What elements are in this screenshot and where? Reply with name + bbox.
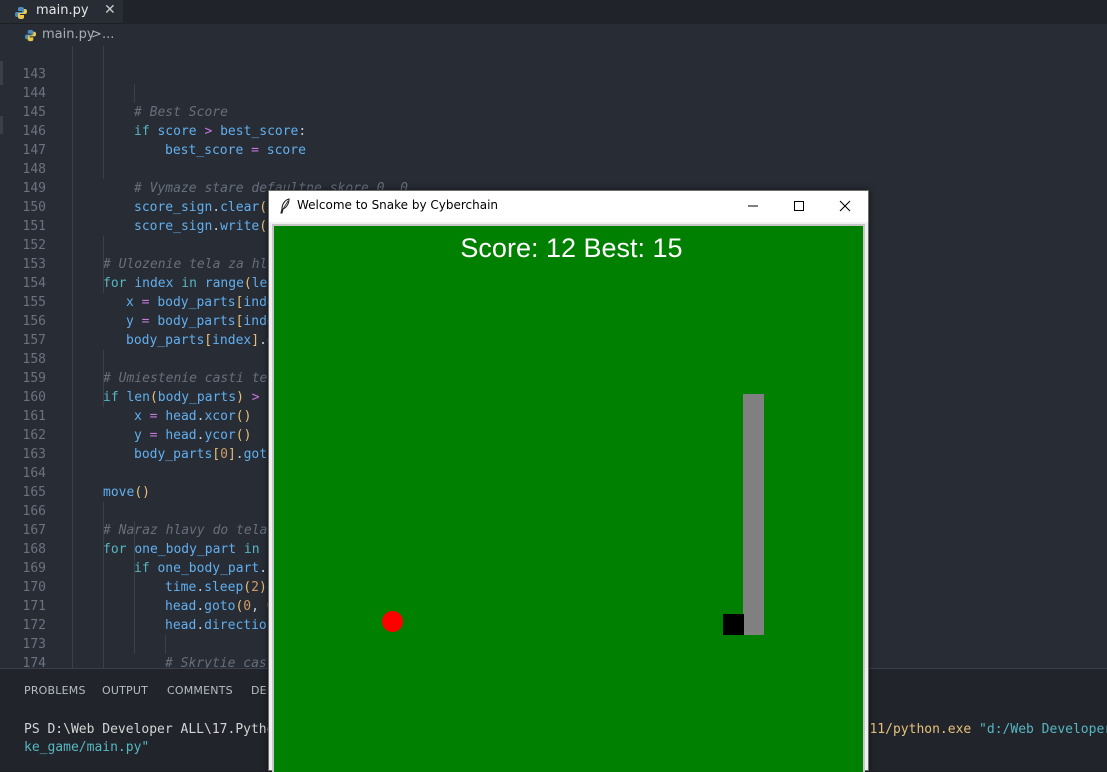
terminal-arg-path: "d:/Web Developer [971,722,1107,737]
code-line: 143 # Best Score [0,46,1107,120]
snake-segment [743,457,764,478]
snake-segment [743,583,764,604]
code-line: 145 best_score = score [0,84,1107,158]
snake-segment [743,394,764,415]
maximize-button[interactable] [776,191,822,222]
snake-segment [743,520,764,541]
score-display: Score: 12 Best: 15 [460,233,683,263]
minimize-button[interactable] [730,191,776,222]
snake-segment [743,614,764,635]
tab-main-py[interactable]: main.py ✕ [0,0,123,24]
close-button[interactable] [822,191,868,222]
python-file-icon [24,29,37,46]
code-line: 146 [0,103,1107,139]
editor-tab-bar: main.py ✕ [0,0,1107,24]
breadcrumb: main.py > ... [0,24,1107,46]
tab-close-icon[interactable]: ✕ [104,2,116,18]
breadcrumb-file[interactable]: main.py [42,27,95,42]
tab-problems[interactable]: PROBLEMS [24,684,86,697]
breadcrumb-separator: > [91,27,102,42]
window-title: Welcome to Snake by Cyberchain [297,198,499,212]
terminal-line: ke_game/main.py" [24,740,150,755]
snake-segment [743,499,764,520]
feather-icon [279,198,291,218]
food-apple [382,611,403,632]
snake-segment [743,436,764,457]
breadcrumb-symbols[interactable]: ... [102,27,114,42]
snake-segment [743,541,764,562]
snake-head [723,614,744,635]
snake-segment [743,415,764,436]
tab-label: main.py [36,3,89,18]
code-line: 147 # Vymaze stare defaultne skore 0, 0 [0,122,1107,196]
snake-game-window: Welcome to Snake by Cyberchain Score: 12… [268,190,869,772]
snake-segment [743,562,764,583]
snake-segment [743,478,764,499]
terminal-line-tail: on311/python.exe "d:/Web Developer [846,722,1107,737]
code-line: 148 score_sign.clear() [0,141,1107,215]
game-canvas[interactable]: Score: 12 Best: 15 [272,224,865,772]
code-line: 149 score_sign.write(f"Score: {score} Be… [0,160,1107,234]
tab-output[interactable]: OUTPUT [102,684,148,697]
tab-comments[interactable]: COMMENTS [167,684,233,697]
window-titlebar[interactable]: Welcome to Snake by Cyberchain [269,191,868,222]
python-file-icon [14,5,28,24]
code-line: 144 if score > best_score: [0,65,1107,139]
terminal-line: PS D:\Web Developer ALL\17.Python\D [24,722,298,737]
